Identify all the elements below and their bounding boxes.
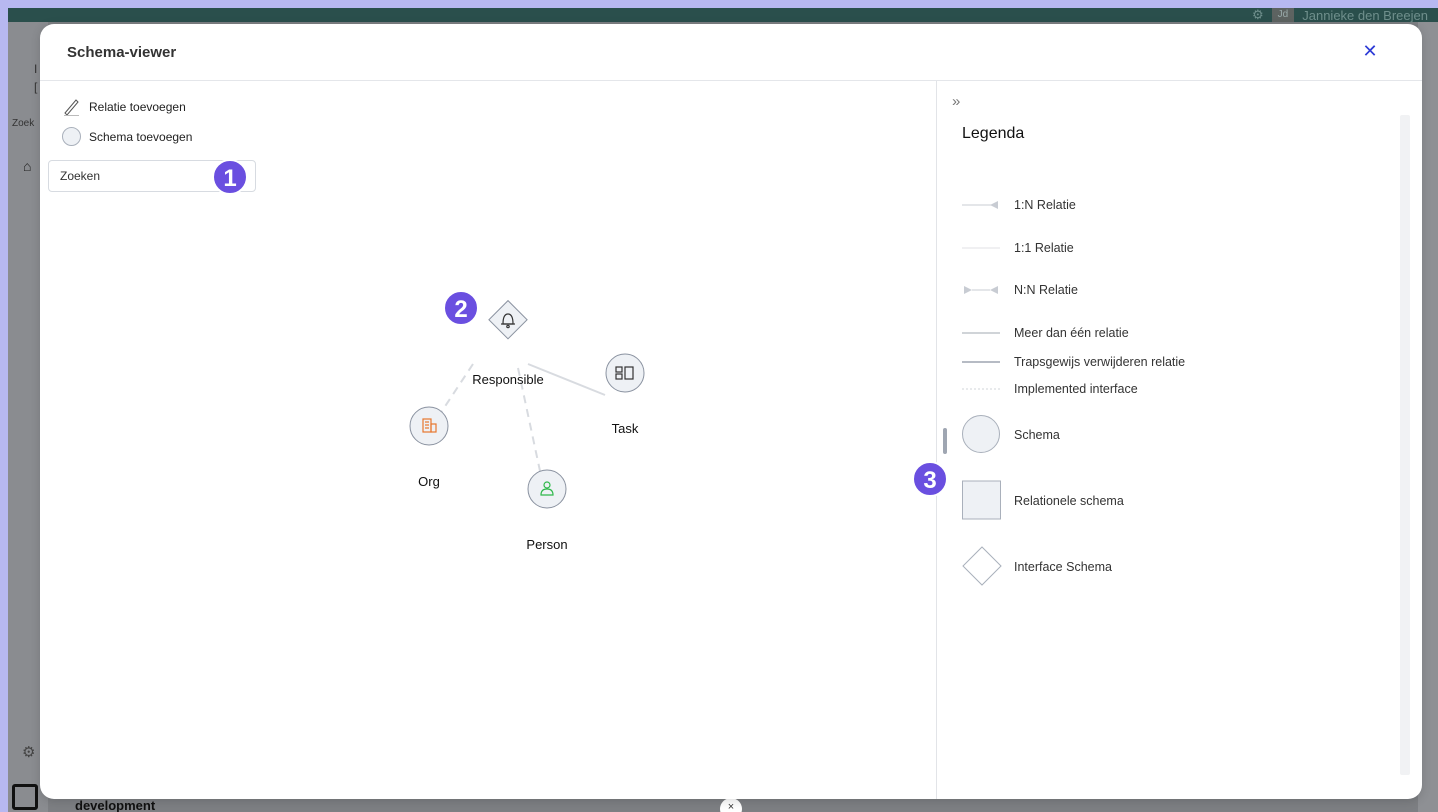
legend-title: Legenda (962, 125, 1025, 142)
legend-label: 1:N Relatie (1014, 198, 1076, 212)
legend-label: Meer dan één relatie (1014, 326, 1129, 340)
node-label-org: Org (418, 474, 440, 489)
add-relation-button[interactable]: Relatie toevoegen (62, 97, 186, 116)
node-label-responsible: Responsible (472, 372, 544, 387)
node-task[interactable] (605, 353, 645, 393)
interface-diamond-icon (962, 546, 1014, 587)
user-name: Jannieke den Breejen (1302, 8, 1428, 23)
scrollbar[interactable] (1400, 115, 1410, 775)
legend-item: Schema (962, 415, 1060, 455)
step-badge: 3 (912, 461, 948, 497)
settings-icon: ⚙ (1252, 8, 1264, 22)
legend-label: Relationele schema (1014, 494, 1124, 508)
add-schema-button[interactable]: Schema toevoegen (62, 127, 192, 146)
legend-item: Implemented interface (962, 369, 1138, 409)
collapse-panel-button[interactable]: » (952, 93, 960, 110)
many-to-many-line-icon (962, 270, 1014, 310)
legend-label: Schema (1014, 428, 1060, 442)
schema-canvas[interactable]: Relatie toevoegen Schema toevoegen Zoeke… (40, 81, 936, 799)
pencil-icon (64, 99, 79, 116)
schema-circle-icon (62, 127, 81, 146)
one-to-one-line-icon (962, 228, 1014, 268)
user-menu: ⚙ Jd Jannieke den Breejen (1252, 8, 1428, 23)
legend-item: 1:1 Relatie (962, 228, 1074, 268)
step-badge: 2 (443, 290, 479, 326)
legend-item: 1:N Relatie (962, 185, 1076, 225)
schema-circle-icon (962, 415, 1014, 455)
legend-panel: » Legenda 1:N Relatie 1:1 Relatie N:N Re… (937, 81, 1422, 799)
legend-item: Interface Schema (962, 546, 1112, 587)
close-button[interactable]: ✕ (1358, 39, 1382, 63)
legend-label: 1:1 Relatie (1014, 241, 1074, 255)
legend-item: Relationele schema (962, 480, 1124, 521)
node-label-task: Task (611, 421, 639, 436)
schema-viewer-modal: Schema-viewer ✕ Relatie toevoegen Schema… (40, 24, 1422, 799)
app-top-bar: ⚙ Jd Jannieke den Breejen (8, 8, 1438, 23)
legend-label: Implemented interface (1014, 382, 1138, 396)
modal-title: Schema-viewer (67, 44, 177, 61)
legend-label: N:N Relatie (1014, 283, 1078, 297)
home-icon: ⌂ (23, 158, 32, 174)
legend-label: Trapsgewijs verwijderen relatie (1014, 355, 1186, 369)
edge-responsible-org (439, 363, 474, 415)
legend-item: N:N Relatie (962, 270, 1078, 310)
sidebar-text: I (34, 62, 38, 76)
one-to-many-line-icon (962, 185, 1014, 225)
add-relation-label: Relatie toevoegen (89, 99, 186, 114)
relational-square-icon (962, 480, 1014, 521)
add-schema-label: Schema toevoegen (89, 129, 193, 144)
node-person[interactable] (527, 469, 567, 509)
modal-header: Schema-viewer ✕ (40, 24, 1422, 81)
user-avatar: Jd (1271, 8, 1295, 22)
node-label-person: Person (526, 537, 568, 552)
node-responsible[interactable] (488, 299, 528, 340)
app-logo (12, 784, 38, 810)
interface-line-icon (962, 369, 1014, 409)
gear-icon: ⚙ (22, 744, 36, 761)
legend-label: Interface Schema (1014, 560, 1112, 574)
sidebar-search-label: Zoek (12, 118, 35, 129)
step-badge: 1 (212, 159, 248, 195)
sidebar-text: [ (34, 80, 38, 94)
environment-label: development (75, 798, 156, 812)
node-org[interactable] (409, 406, 449, 446)
